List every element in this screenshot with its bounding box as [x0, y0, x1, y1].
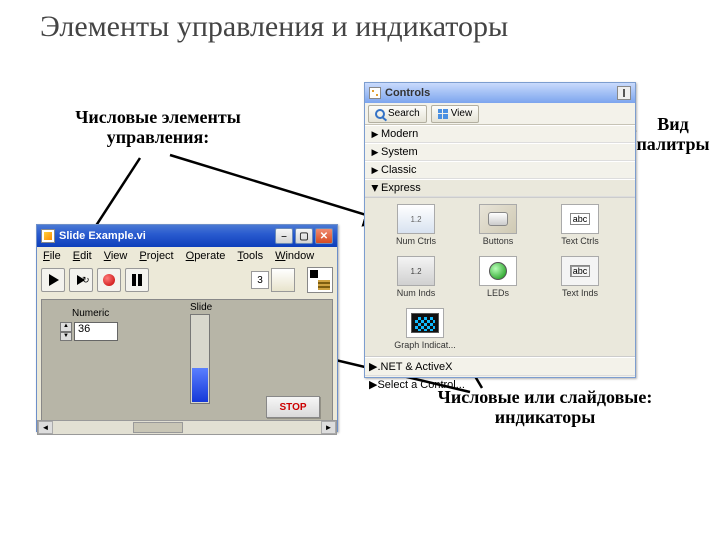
menu-view[interactable]: View	[104, 250, 128, 262]
category-modern-label: Modern	[381, 128, 418, 140]
maximize-button[interactable]: ▢	[295, 228, 313, 244]
vi-toolbar: 3	[37, 265, 337, 295]
stop-button[interactable]: STOP	[266, 396, 320, 418]
abort-button[interactable]	[97, 268, 121, 292]
vi-window: Slide Example.vi – ▢ ✕ File Edit View Pr…	[36, 224, 338, 432]
search-button[interactable]: Search	[368, 105, 427, 123]
text-ctrls-icon	[561, 204, 599, 234]
thumbtack-icon	[369, 87, 381, 99]
palette-title: Controls	[385, 87, 430, 99]
vi-connector-icon[interactable]	[307, 267, 333, 293]
run-continuous-button[interactable]	[69, 268, 93, 292]
text-inds-icon	[561, 256, 599, 286]
item-graph-ind[interactable]: Graph Indicat...	[385, 308, 465, 350]
slide-title: Элементы управления и индикаторы	[40, 10, 508, 44]
text-settings-button[interactable]	[271, 268, 295, 292]
chevron-right-icon: ▶	[369, 147, 381, 158]
category-modern[interactable]: ▶ Modern	[365, 125, 635, 143]
view-label: View	[451, 108, 473, 119]
horizontal-scrollbar[interactable]: ◄ ►	[37, 420, 337, 435]
leds-icon	[479, 256, 517, 286]
search-label: Search	[388, 108, 420, 119]
grid-icon	[438, 109, 448, 119]
select-a-control-label: Select a Control...	[377, 379, 464, 391]
item-leds-label: LEDs	[467, 288, 529, 298]
express-subpalette: Num Ctrls Buttons Text Ctrls Num Inds LE…	[365, 197, 635, 357]
item-num-ctrls[interactable]: Num Ctrls	[385, 204, 447, 246]
pin-button[interactable]	[617, 86, 631, 100]
chevron-right-icon: ▶	[369, 165, 381, 176]
item-buttons-label: Buttons	[467, 236, 529, 246]
search-icon	[375, 109, 385, 119]
item-text-ctrls-label: Text Ctrls	[549, 236, 611, 246]
scroll-left-icon[interactable]: ◄	[38, 421, 53, 434]
numeric-label: Numeric	[72, 308, 109, 319]
menu-project[interactable]: Project	[139, 250, 173, 262]
scroll-thumb[interactable]	[133, 422, 183, 433]
pause-button[interactable]	[125, 268, 149, 292]
num-ctrls-icon	[397, 204, 435, 234]
item-leds[interactable]: LEDs	[467, 256, 529, 298]
category-express-label: Express	[381, 182, 421, 194]
buttons-icon	[479, 204, 517, 234]
vi-title: Slide Example.vi	[59, 230, 146, 242]
item-graph-ind-label: Graph Indicat...	[385, 340, 465, 350]
palette-toolbar: Search View	[365, 103, 635, 125]
category-dotnet[interactable]: ▶ .NET & ActiveX	[365, 357, 635, 375]
graph-icon	[406, 308, 444, 338]
category-express[interactable]: ▶ Express	[365, 179, 635, 197]
select-a-control[interactable]: ▶ Select a Control...	[365, 375, 635, 393]
item-text-ctrls[interactable]: Text Ctrls	[549, 204, 611, 246]
scroll-right-icon[interactable]: ►	[321, 421, 336, 434]
view-button[interactable]: View	[431, 105, 480, 123]
item-num-inds[interactable]: Num Inds	[385, 256, 447, 298]
item-buttons[interactable]: Buttons	[467, 204, 529, 246]
item-num-inds-label: Num Inds	[385, 288, 447, 298]
scroll-track[interactable]	[53, 421, 321, 434]
annotation-numeric-controls: Числовые элементыуправления:	[48, 108, 268, 148]
annotation-numeric-slide-indicators: Числовые или слайдовые:индикаторы	[415, 388, 675, 428]
vi-icon	[41, 229, 55, 243]
menu-edit[interactable]: Edit	[73, 250, 92, 262]
controls-palette-window: Controls Search View ▶ Modern ▶ System ▶…	[364, 82, 636, 378]
menu-file[interactable]: File	[43, 250, 61, 262]
category-system-label: System	[381, 146, 418, 158]
numeric-input[interactable]: 36	[74, 322, 118, 341]
vi-titlebar[interactable]: Slide Example.vi – ▢ ✕	[37, 225, 337, 247]
category-system[interactable]: ▶ System	[365, 143, 635, 161]
annotation-palette-view: Видпалитры	[628, 115, 718, 155]
chevron-down-icon: ▶	[370, 182, 381, 194]
front-panel: Numeric ▲▼ 36 Slide STOP	[41, 299, 333, 427]
menu-window[interactable]: Window	[275, 250, 314, 262]
chevron-right-icon: ▶	[369, 129, 381, 140]
minimize-button[interactable]: –	[275, 228, 293, 244]
numeric-spinner[interactable]: ▲▼	[60, 322, 72, 341]
slide-label: Slide	[190, 302, 212, 313]
category-classic[interactable]: ▶ Classic	[365, 161, 635, 179]
chevron-right-icon: ▶	[369, 378, 377, 391]
palette-titlebar[interactable]: Controls	[365, 83, 635, 103]
category-classic-label: Classic	[381, 164, 416, 176]
menu-operate[interactable]: Operate	[186, 250, 226, 262]
item-text-inds[interactable]: Text Inds	[549, 256, 611, 298]
font-size-field[interactable]: 3	[251, 271, 269, 289]
slide-fill	[192, 368, 208, 402]
chevron-right-icon: ▶	[369, 360, 377, 373]
slide-indicator	[190, 314, 210, 404]
run-button[interactable]	[41, 268, 65, 292]
item-num-ctrls-label: Num Ctrls	[385, 236, 447, 246]
numeric-control[interactable]: ▲▼ 36	[60, 322, 118, 341]
close-button[interactable]: ✕	[315, 228, 333, 244]
vi-menubar: File Edit View Project Operate Tools Win…	[37, 247, 337, 265]
item-text-inds-label: Text Inds	[549, 288, 611, 298]
menu-tools[interactable]: Tools	[237, 250, 263, 262]
category-dotnet-label: .NET & ActiveX	[377, 361, 452, 373]
num-inds-icon	[397, 256, 435, 286]
